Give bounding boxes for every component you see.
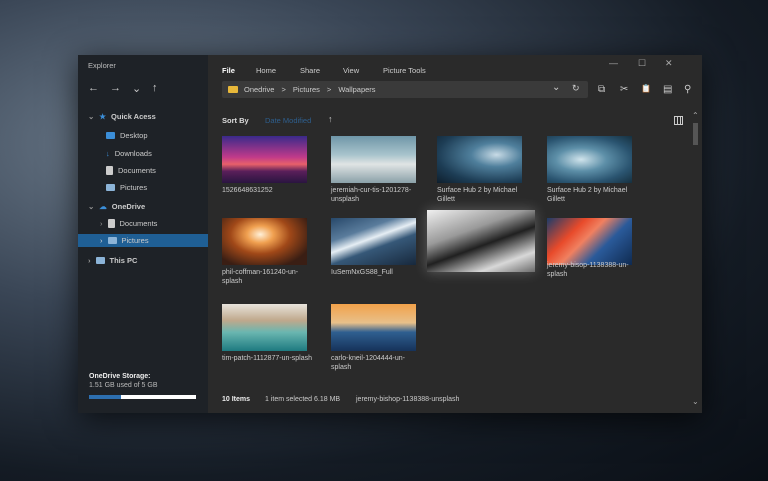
file-name[interactable]: jeremiah-cur-tis-1201278-unsplash: [331, 186, 421, 204]
menu-picture-tools[interactable]: Picture Tools: [383, 66, 426, 75]
window-title: Explorer: [88, 61, 116, 70]
sidebar-item-onedrive-documents[interactable]: › Documents: [100, 217, 157, 230]
main-pane: File Home Share View Picture Tools — ☐ ✕…: [208, 55, 702, 413]
file-thumbnail[interactable]: [331, 218, 416, 265]
paste-button[interactable]: 📋: [641, 84, 651, 93]
star-icon: ★: [99, 112, 107, 121]
file-name[interactable]: IuSemNxGS88_Full: [331, 268, 421, 277]
desktop-icon: [106, 132, 115, 139]
explorer-window: Explorer ← → ⌄ ↑ ⌄ ★ Quick Acess Desktop ↓…: [78, 55, 702, 413]
breadcrumb-separator: >: [326, 85, 332, 94]
download-icon: ↓: [106, 149, 110, 158]
menu-share[interactable]: Share: [300, 66, 320, 75]
refresh-button[interactable]: ↻: [572, 83, 580, 94]
status-selected: 1 item selected 6.18 MB: [265, 396, 341, 403]
recent-dropdown-button[interactable]: ⌄: [132, 82, 141, 95]
sidebar-item-onedrive-pictures[interactable]: › Pictures: [78, 234, 208, 247]
scroll-down-icon[interactable]: ⌄: [692, 397, 699, 406]
sidebar-item-quick-access[interactable]: ⌄ ★ Quick Acess: [88, 110, 156, 123]
file-name[interactable]: phil-coffman-161240-un-splash: [222, 268, 312, 286]
close-button[interactable]: ✕: [665, 58, 673, 69]
sidebar-item-this-pc[interactable]: › This PC: [88, 254, 137, 267]
scrollbar[interactable]: ⌃ ⌄: [691, 111, 700, 409]
storage-bar-fill: [89, 395, 122, 399]
pictures-icon: [107, 237, 117, 244]
menu-view[interactable]: View: [343, 66, 359, 75]
breadcrumb: Onedrive > Pictures > Wallpapers: [244, 85, 376, 94]
chevron-right-icon: ›: [88, 256, 91, 265]
storage-title: OneDrive Storage:: [89, 373, 151, 380]
back-button[interactable]: ←: [88, 82, 99, 94]
document-icon: [106, 166, 113, 175]
file-name[interactable]: carlo-kneil-1204444-un-splash: [331, 354, 421, 372]
file-name[interactable]: tim-patch-1112877-un-splash: [222, 354, 312, 363]
chevron-down-icon: ⌄: [88, 112, 95, 121]
forward-button[interactable]: →: [110, 82, 121, 94]
storage-bar: [89, 395, 196, 399]
file-thumbnail[interactable]: [222, 218, 307, 265]
sidebar-item-desktop[interactable]: Desktop: [106, 129, 148, 142]
breadcrumb-pictures[interactable]: Pictures: [293, 85, 320, 94]
sidebar-item-pictures[interactable]: Pictures: [106, 181, 147, 194]
breadcrumb-onedrive[interactable]: Onedrive: [244, 85, 274, 94]
search-button[interactable]: ⚲: [684, 84, 691, 95]
file-thumbnail[interactable]: [222, 136, 307, 183]
clipboard-button[interactable]: ▤: [663, 84, 672, 95]
scroll-up-icon[interactable]: ⌃: [692, 111, 699, 120]
sidebar: Explorer ← → ⌄ ↑ ⌄ ★ Quick Acess Desktop ↓…: [78, 55, 208, 413]
file-thumbnail[interactable]: [427, 210, 535, 272]
pictures-icon: [106, 184, 115, 191]
file-thumbnail[interactable]: [331, 304, 416, 351]
sidebar-item-downloads[interactable]: ↓ Downloads: [106, 147, 152, 160]
chevron-down-icon: ⌄: [88, 202, 95, 211]
storage-text: 1.51 GB used of 5 GB: [89, 382, 158, 389]
sort-direction-button[interactable]: ↑: [328, 114, 333, 124]
address-bar[interactable]: Onedrive > Pictures > Wallpapers ⌄ ↻: [222, 81, 588, 98]
sort-label: Sort By: [222, 116, 249, 125]
file-thumbnail[interactable]: [222, 304, 307, 351]
menu-file[interactable]: File: [222, 66, 235, 75]
file-name[interactable]: jeremy-bisop-1138388-un-splash: [547, 261, 637, 279]
copy-button[interactable]: ⧉: [598, 84, 605, 95]
sidebar-item-onedrive[interactable]: ⌄ ☁ OneDrive: [88, 200, 145, 213]
maximize-button[interactable]: ☐: [638, 58, 646, 69]
file-thumbnail[interactable]: [437, 136, 522, 183]
document-icon: [107, 219, 115, 228]
status-file-name: jeremy-bishop-1138388-unsplash: [356, 396, 460, 403]
minimize-button[interactable]: —: [609, 58, 618, 68]
address-dropdown-button[interactable]: ⌄: [552, 82, 560, 93]
sidebar-item-documents[interactable]: Documents: [106, 164, 156, 177]
file-name[interactable]: Surface Hub 2 by Michael Gillett: [547, 186, 637, 204]
scroll-thumb[interactable]: [693, 123, 698, 145]
file-name[interactable]: 1526648631252: [222, 186, 312, 195]
file-thumbnail[interactable]: [547, 218, 632, 265]
sort-dropdown[interactable]: Date Modified: [265, 116, 311, 125]
breadcrumb-wallpapers[interactable]: Wallpapers: [338, 85, 375, 94]
computer-icon: [95, 257, 105, 264]
file-thumbnail[interactable]: [331, 136, 416, 183]
status-item-count: 10 Items: [222, 396, 251, 403]
cut-button[interactable]: ✂: [620, 84, 628, 95]
chevron-right-icon: ›: [100, 219, 103, 228]
chevron-right-icon: ›: [100, 236, 103, 245]
breadcrumb-separator: >: [281, 85, 286, 94]
folder-icon: [228, 86, 238, 93]
file-thumbnail[interactable]: [547, 136, 632, 183]
cloud-icon: ☁: [99, 202, 107, 211]
grid-view-icon[interactable]: [674, 116, 683, 125]
up-button[interactable]: ↑: [152, 82, 158, 94]
menu-home[interactable]: Home: [256, 66, 276, 75]
file-name[interactable]: Surface Hub 2 by Michael Gillett: [437, 186, 527, 204]
